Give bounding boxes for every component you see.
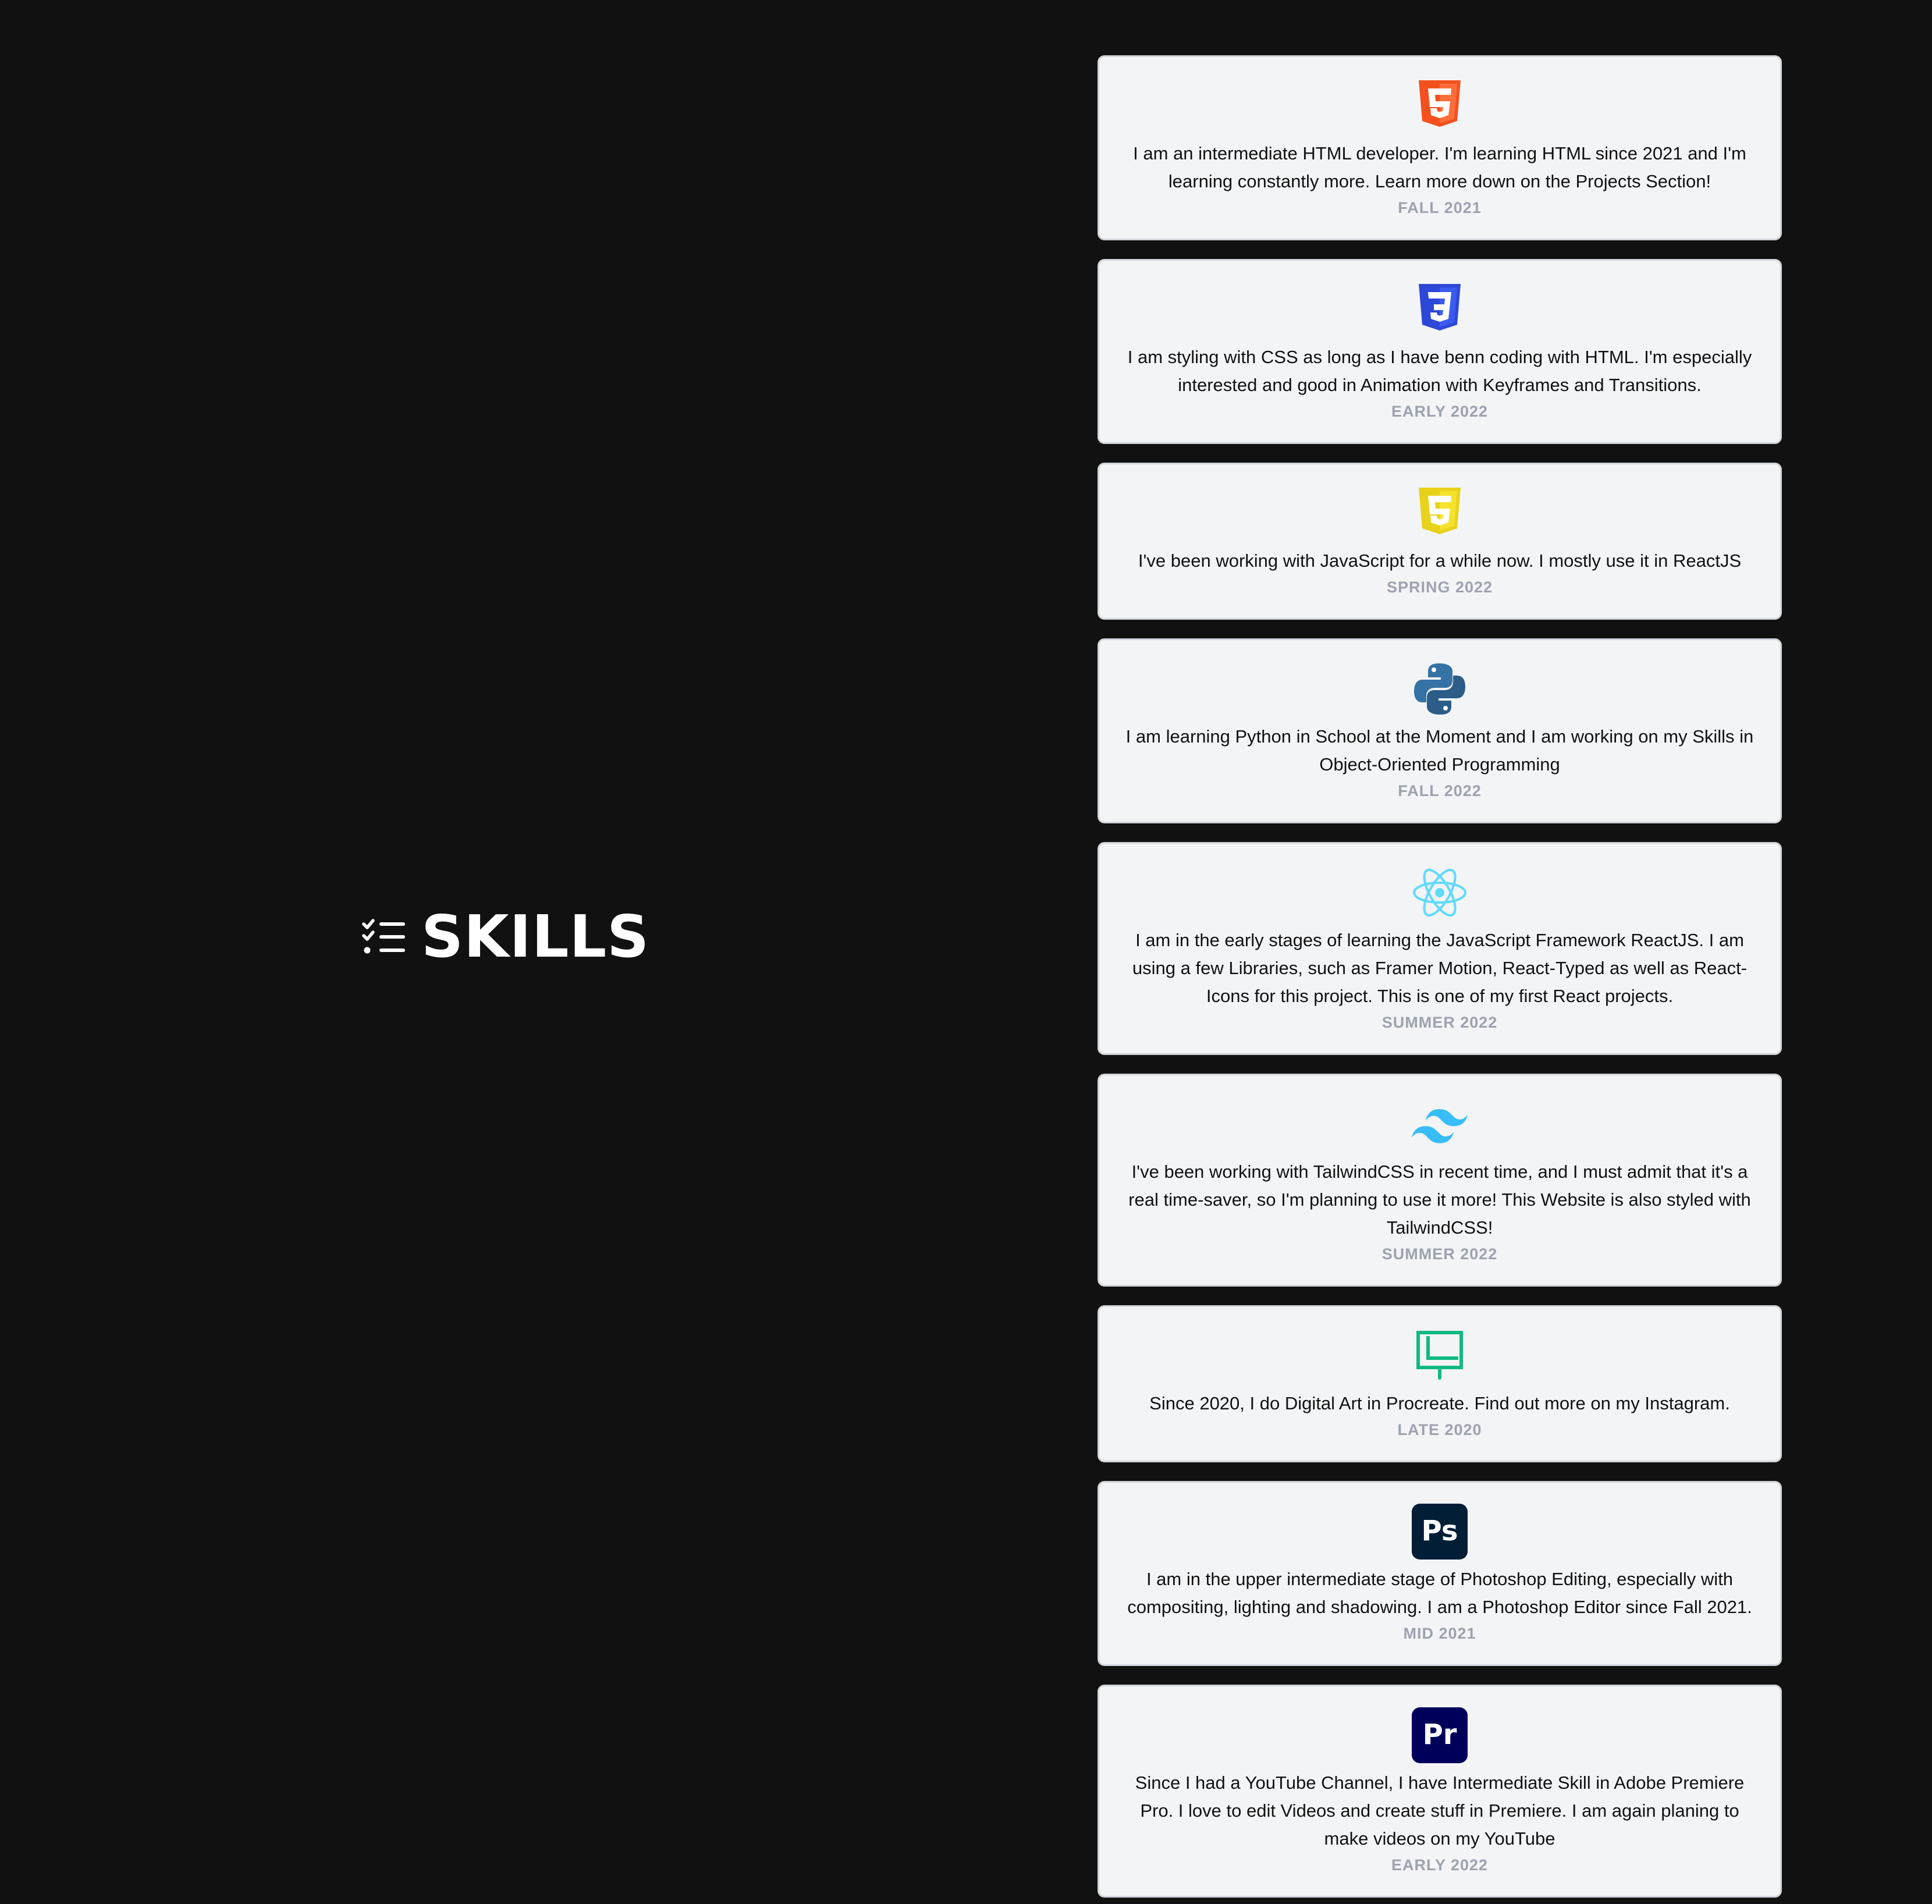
- skill-card-html: I am an intermediate HTML developer. I'm…: [1098, 55, 1782, 240]
- skill-description: Since 2020, I do Digital Art in Procreat…: [1149, 1393, 1730, 1413]
- html5-icon: [1419, 80, 1461, 127]
- skill-date: SUMMER 2022: [1381, 1014, 1498, 1031]
- skill-date: SPRING 2022: [1386, 578, 1493, 596]
- skill-date: LATE 2020: [1397, 1421, 1482, 1438]
- skill-date: EARLY 2022: [1391, 403, 1489, 420]
- react-logo: [1412, 865, 1468, 921]
- javascript-icon: [1419, 488, 1461, 534]
- javascript-logo: [1412, 485, 1468, 541]
- skill-description: I am styling with CSS as long as I have …: [1127, 347, 1752, 395]
- tailwindcss-icon: [1412, 1109, 1468, 1143]
- skill-description: I am an intermediate HTML developer. I'm…: [1133, 143, 1746, 191]
- skill-date: SUMMER 2022: [1381, 1245, 1498, 1263]
- skill-description: I am in the upper intermediate stage of …: [1127, 1569, 1752, 1617]
- skill-card-javascript: I've been working with JavaScript for a …: [1098, 463, 1782, 620]
- photoshop-logo-text: Ps: [1422, 1515, 1458, 1547]
- skill-date: FALL 2022: [1398, 782, 1482, 800]
- photoshop-icon: Ps: [1412, 1504, 1468, 1560]
- procreate-logo: [1412, 1328, 1468, 1384]
- react-icon: [1413, 868, 1466, 917]
- skills-heading: SKILLS: [362, 908, 649, 966]
- skill-description: I've been working with TailwindCSS in re…: [1128, 1161, 1751, 1238]
- skill-description: I've been working with JavaScript for a …: [1138, 550, 1742, 571]
- skill-description: I am in the early stages of learning the…: [1132, 930, 1748, 1006]
- procreate-icon: [1416, 1331, 1463, 1380]
- css3-icon: [1419, 284, 1461, 331]
- skill-date: EARLY 2022: [1391, 1856, 1489, 1874]
- python-logo: [1412, 661, 1468, 717]
- skills-list: I am an intermediate HTML developer. I'm…: [1098, 55, 1782, 1898]
- skill-card-tailwind: I've been working with TailwindCSS in re…: [1098, 1074, 1782, 1287]
- skill-description: I am learning Python in School at the Mo…: [1125, 726, 1754, 775]
- skill-date: FALL 2021: [1398, 199, 1482, 216]
- html5-logo: [1412, 78, 1468, 134]
- skill-card-procreate: Since 2020, I do Digital Art in Procreat…: [1098, 1305, 1782, 1462]
- skill-date: MID 2021: [1403, 1625, 1476, 1642]
- tailwindcss-logo: [1412, 1096, 1468, 1152]
- skill-card-python: I am learning Python in School at the Mo…: [1098, 638, 1782, 823]
- premiere-pro-logo: Pr: [1412, 1707, 1468, 1763]
- python-icon: [1414, 663, 1465, 715]
- premiere-logo-text: Pr: [1423, 1718, 1457, 1751]
- skill-card-photoshop: Ps I am in the upper intermediate stage …: [1098, 1481, 1782, 1666]
- skill-card-css: I am styling with CSS as long as I have …: [1098, 259, 1782, 444]
- skill-description: Since I had a YouTube Channel, I have In…: [1135, 1772, 1745, 1849]
- page-title: SKILLS: [421, 903, 650, 971]
- skill-card-premiere: Pr Since I had a YouTube Channel, I have…: [1098, 1685, 1782, 1898]
- skill-card-react: I am in the early stages of learning the…: [1098, 842, 1782, 1055]
- checklist-icon: [362, 919, 405, 954]
- premiere-pro-icon: Pr: [1412, 1707, 1468, 1763]
- css3-logo: [1412, 282, 1468, 338]
- photoshop-logo: Ps: [1412, 1504, 1468, 1560]
